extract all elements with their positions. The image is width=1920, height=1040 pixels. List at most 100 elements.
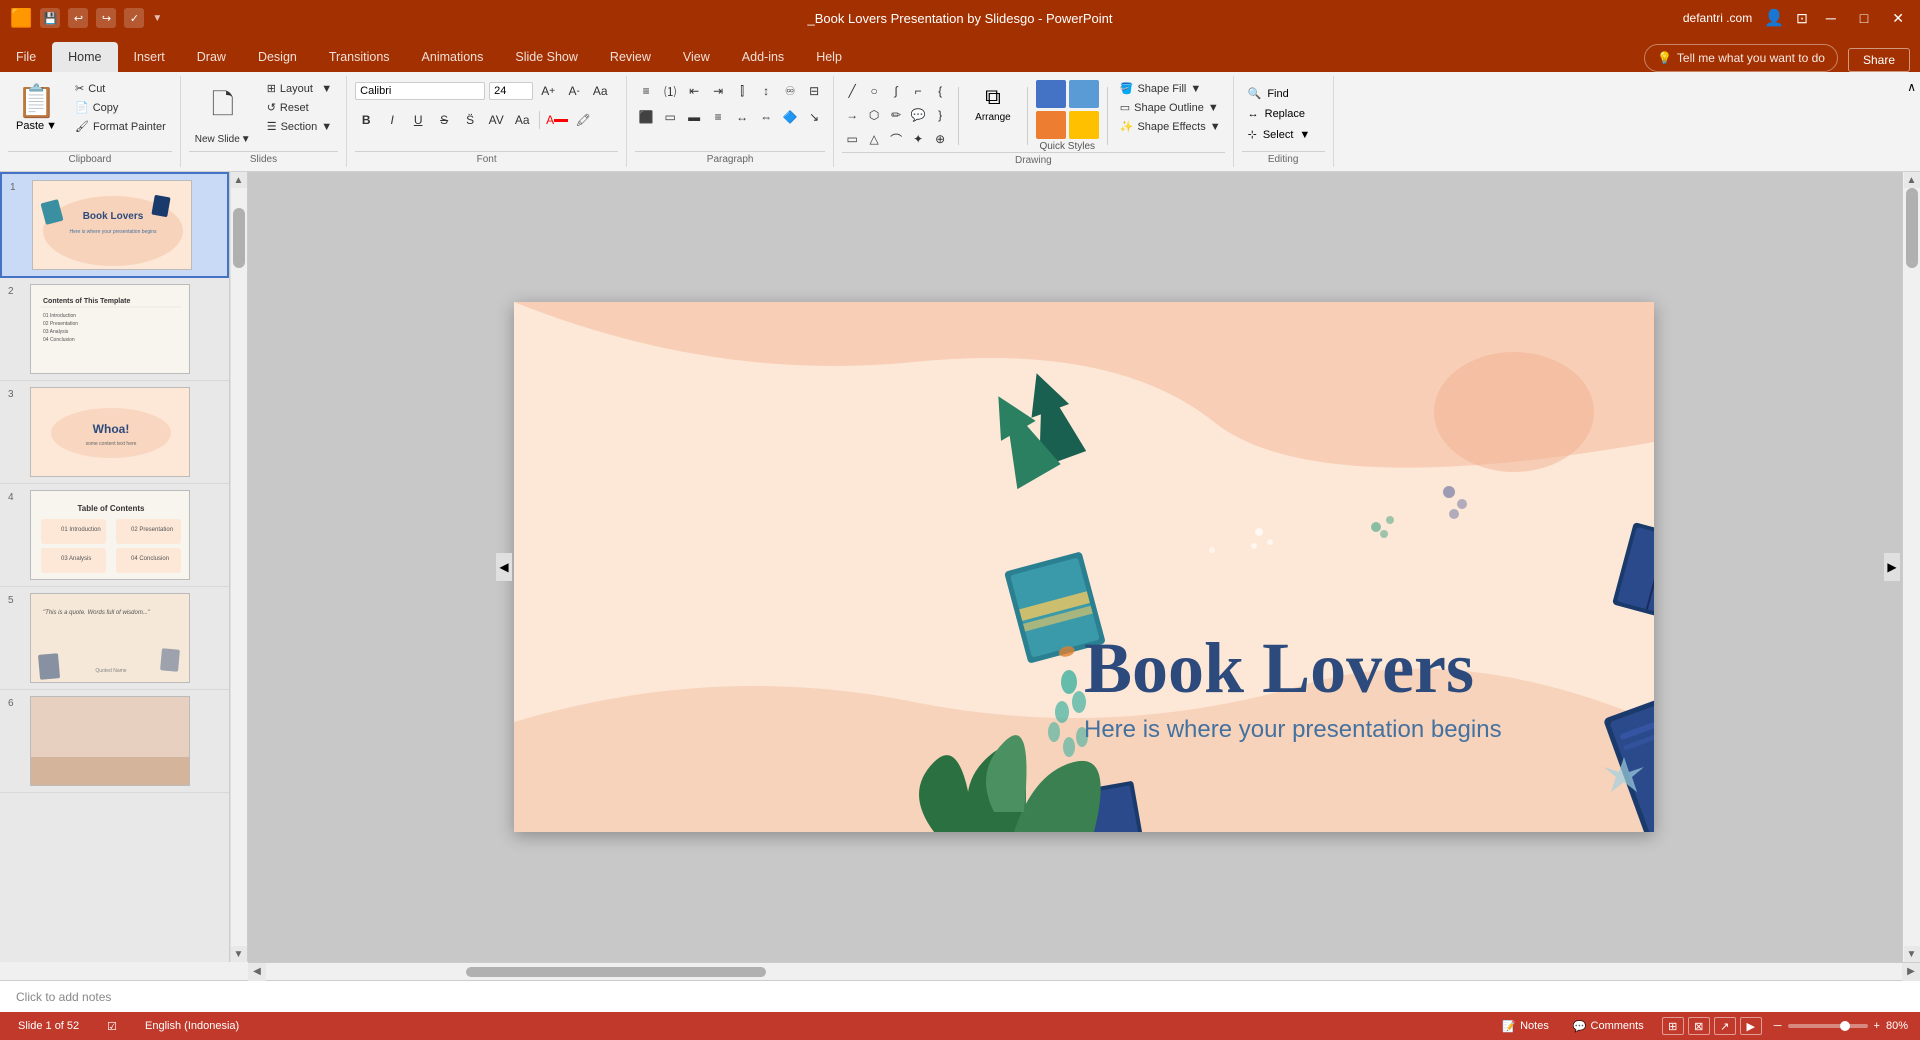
justify-button[interactable]: ≡ [707, 106, 729, 128]
canvas-scrollbar-horizontal[interactable]: ◀ ▶ [248, 962, 1920, 980]
new-slide-button[interactable]: 🗋 New Slide ▼ [189, 80, 257, 149]
share-button[interactable]: Share [1848, 48, 1910, 72]
shape-outline-button[interactable]: ▭ Shape Outline ▼ [1116, 99, 1225, 116]
strikethrough-button[interactable]: S [433, 109, 455, 131]
font-family-input[interactable] [355, 82, 485, 100]
tab-draw[interactable]: Draw [181, 42, 242, 72]
bold-button[interactable]: B [355, 109, 377, 131]
comments-button[interactable]: 💬 Comments [1567, 1018, 1650, 1035]
font-color-button[interactable]: A [546, 109, 568, 131]
slide-item-3[interactable]: 3 Whoa! some content text here [0, 381, 229, 484]
close-button[interactable]: ✕ [1886, 10, 1910, 27]
save-icon[interactable]: 💾 [40, 8, 60, 28]
tab-view[interactable]: View [667, 42, 726, 72]
slideshow-button[interactable]: ▶ [1740, 1017, 1762, 1035]
numbering-button[interactable]: ⑴ [659, 80, 681, 102]
italic-button[interactable]: I [381, 109, 403, 131]
increase-indent-button[interactable]: ⇥ [707, 80, 729, 102]
language-button[interactable]: English (Indonesia) [139, 1018, 245, 1034]
accessibility-check[interactable]: ☑ [101, 1018, 123, 1035]
scroll-up-arrow[interactable]: ▲ [231, 172, 247, 188]
decrease-indent-button[interactable]: ⇤ [683, 80, 705, 102]
canvas-scroll-down[interactable]: ▼ [1904, 946, 1920, 962]
accessibility-icon[interactable]: ✓ [124, 8, 144, 28]
shape-bend[interactable]: ⌐ [908, 81, 928, 101]
font-size-input[interactable] [489, 82, 533, 100]
char-spacing-button[interactable]: AV [485, 109, 507, 131]
shape-bracket[interactable]: { [930, 81, 950, 101]
shape-curve[interactable]: ∫ [886, 81, 906, 101]
shape-star[interactable]: ✦ [908, 129, 928, 149]
qs-item-2[interactable] [1069, 80, 1099, 108]
shape-fill-button[interactable]: 🪣 Shape Fill ▼ [1116, 80, 1225, 97]
minimize-button[interactable]: ─ [1820, 10, 1842, 26]
para-dropdown-button[interactable]: ⊟ [803, 80, 825, 102]
normal-view-button[interactable]: ⊞ [1662, 1017, 1684, 1035]
decrease-font-button[interactable]: A- [563, 80, 585, 102]
tab-animations[interactable]: Animations [406, 42, 500, 72]
shape-more[interactable]: ⊕ [930, 129, 950, 149]
arrange-button[interactable]: ⧉ Arrange [967, 80, 1019, 127]
slide-canvas[interactable]: Book Lovers Here is where your presentat… [514, 302, 1654, 832]
increase-font-button[interactable]: A+ [537, 80, 559, 102]
shape-connector[interactable]: ⌒ [886, 129, 906, 149]
text-direction-button[interactable]: ↔ [731, 106, 753, 128]
slide-item-6[interactable]: 6 [0, 690, 229, 793]
bullets-button[interactable]: ≡ [635, 80, 657, 102]
canvas-scroll-left-h[interactable]: ◀ [248, 963, 266, 981]
restore-window-icon[interactable]: ⊡ [1796, 10, 1808, 27]
shape-circle[interactable]: ○ [864, 81, 884, 101]
section-button[interactable]: ☰ Section ▼ [261, 118, 338, 135]
col-count-button[interactable]: ⫿ [731, 80, 753, 102]
line-spacing-button[interactable]: ↕ [755, 80, 777, 102]
qs-item-3[interactable] [1036, 111, 1066, 139]
slide-panel-scrollbar[interactable]: ▲ ▼ [230, 172, 248, 962]
format-painter-button[interactable]: 🖌 Format Painter [69, 118, 172, 135]
notes-area[interactable]: Click to add notes [0, 980, 1920, 1012]
undo-icon[interactable]: ↩ [68, 8, 88, 28]
tab-file[interactable]: File [0, 42, 52, 72]
canvas-scrollbar-vertical[interactable]: ▲ ▼ [1902, 172, 1920, 962]
copy-button[interactable]: 📄 Copy [69, 99, 172, 116]
qs-item-1[interactable] [1036, 80, 1066, 108]
canvas-scroll-right[interactable]: ▶ [1884, 553, 1900, 581]
scroll-track[interactable] [231, 188, 247, 946]
convert-smartart-button[interactable]: ♾ [779, 80, 801, 102]
shadow-button[interactable]: S̈ [459, 109, 481, 131]
slide-item-5[interactable]: 5 "This is a quote. Words full of wisdom… [0, 587, 229, 690]
qs-item-4[interactable] [1069, 111, 1099, 139]
shape-brace[interactable]: } [930, 105, 950, 125]
tab-review[interactable]: Review [594, 42, 667, 72]
underline-button[interactable]: U [407, 109, 429, 131]
tab-insert[interactable]: Insert [118, 42, 181, 72]
replace-button[interactable]: ↔ Replace [1242, 105, 1317, 123]
tab-slideshow[interactable]: Slide Show [499, 42, 594, 72]
shape-hex[interactable]: ⬡ [864, 105, 884, 125]
canvas-scroll-thumb-v[interactable] [1906, 188, 1918, 268]
shape-effects-button[interactable]: ✨ Shape Effects ▼ [1116, 118, 1225, 135]
para-settings-button[interactable]: ↘ [803, 106, 825, 128]
tab-design[interactable]: Design [242, 42, 313, 72]
customize-dropdown[interactable]: ▼ [152, 13, 162, 24]
change-case-button[interactable]: Aa [511, 109, 533, 131]
align-right-button[interactable]: ▬ [683, 106, 705, 128]
canvas-scroll-thumb-h[interactable] [466, 967, 766, 977]
tab-home[interactable]: Home [52, 42, 117, 72]
shape-line[interactable]: ╱ [842, 81, 862, 101]
clear-format-button[interactable]: Aa [589, 80, 611, 102]
canvas-scroll-up[interactable]: ▲ [1904, 172, 1920, 188]
ribbon-collapse-button[interactable]: ∧ [1903, 76, 1920, 167]
shape-callout[interactable]: 💬 [908, 105, 928, 125]
zoom-slider[interactable] [1788, 1024, 1868, 1028]
select-button[interactable]: ⊹ Select ▼ [1242, 125, 1317, 144]
text-align-button[interactable]: ⇔ [755, 106, 777, 128]
slide-item-2[interactable]: 2 Contents of This Template 01 Introduct… [0, 278, 229, 381]
reading-view-button[interactable]: ↗ [1714, 1017, 1736, 1035]
maximize-button[interactable]: □ [1854, 10, 1874, 26]
scroll-down-arrow[interactable]: ▼ [231, 946, 247, 962]
shape-rect[interactable]: ▭ [842, 129, 862, 149]
shape-arrow[interactable]: → [842, 105, 862, 125]
paste-button[interactable]: 📋 Paste ▼ [8, 80, 65, 134]
align-left-button[interactable]: ⬛ [635, 106, 657, 128]
find-button[interactable]: 🔍 Find [1242, 84, 1317, 103]
